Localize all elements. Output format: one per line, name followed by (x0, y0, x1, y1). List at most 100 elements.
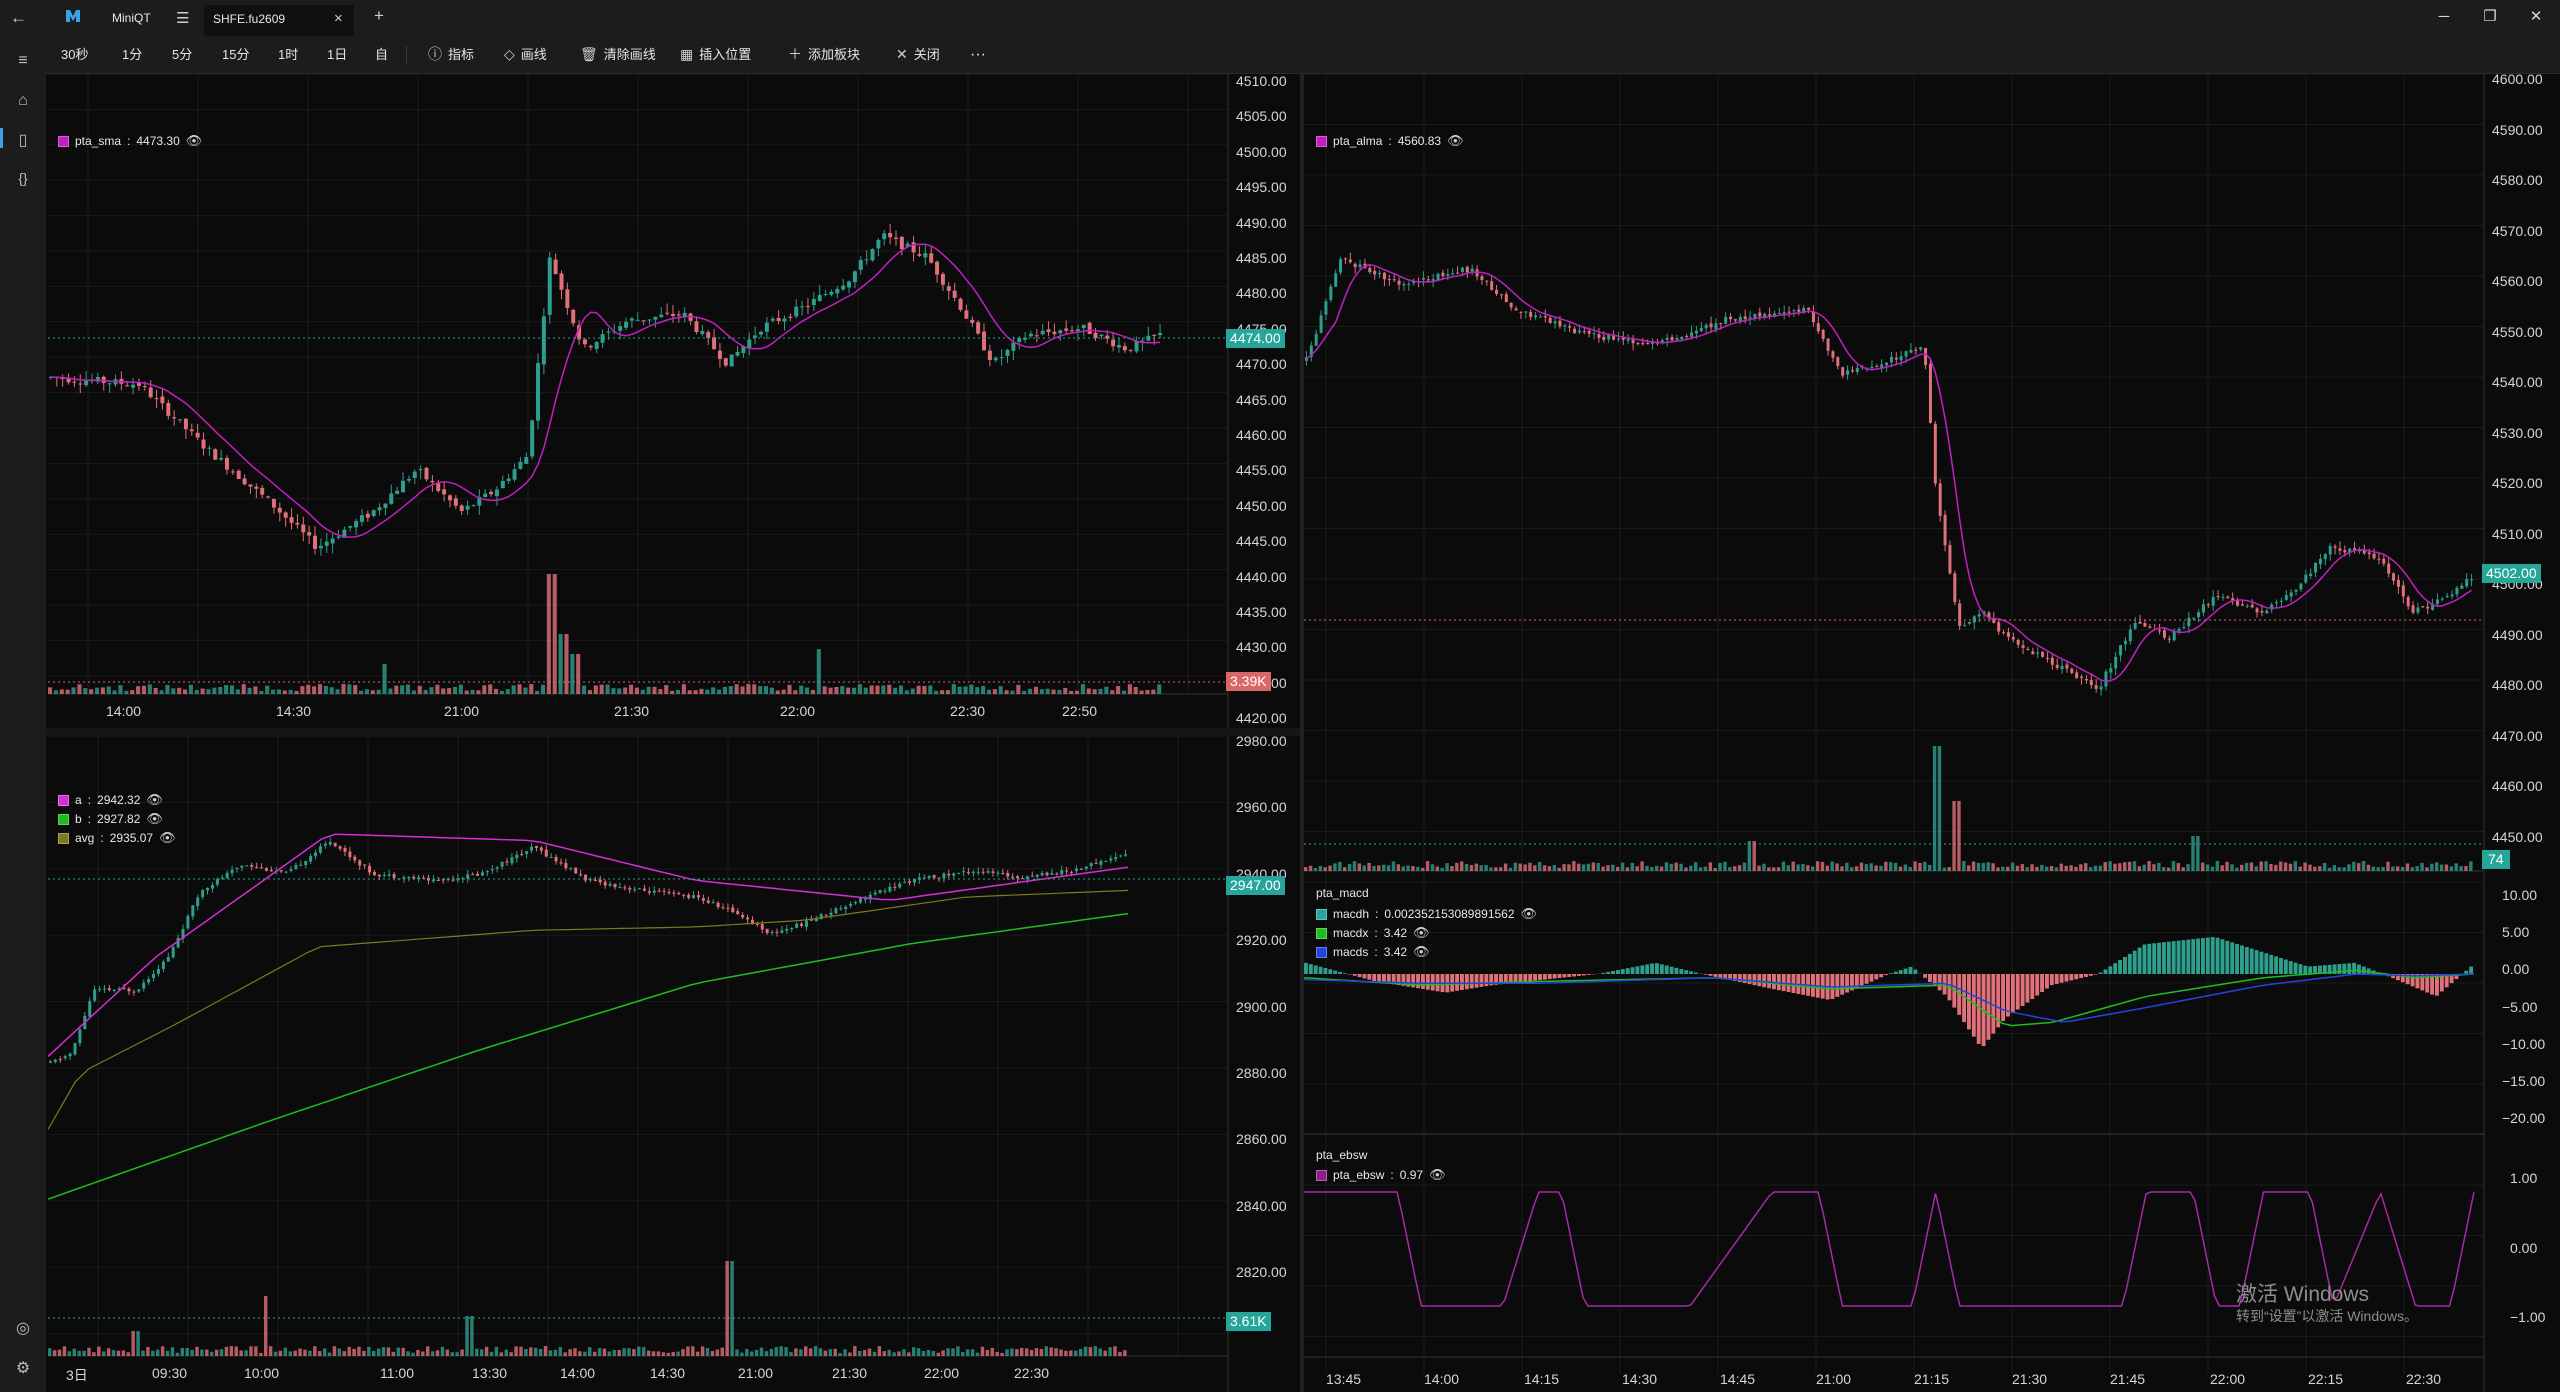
volume-bar (1010, 690, 1015, 694)
eye-icon[interactable]: 👁 (146, 792, 163, 808)
volume-bar (1645, 865, 1649, 871)
more-icon[interactable]: ··· (970, 36, 986, 73)
volume-bar (2327, 867, 2332, 871)
period-custom-button[interactable]: 自 (375, 36, 388, 73)
volume-bar (214, 1349, 219, 1356)
candlestick-chart-top-left[interactable] (48, 74, 1300, 728)
candle-body (1519, 311, 1523, 313)
period-5m-button[interactable]: 5分 (172, 36, 192, 73)
tab-shfe-fu2609[interactable]: SHFE.fu2609 × (204, 5, 354, 36)
candlestick-chart-bottom-left[interactable] (48, 736, 1300, 1392)
candle-body (406, 478, 411, 481)
candle-body (987, 350, 992, 360)
legend-value: 3.42 (1383, 926, 1408, 940)
candle-body (260, 487, 265, 495)
candle-body (603, 881, 607, 886)
volume-bar (1708, 862, 1713, 871)
volume-bar (794, 1348, 798, 1356)
add-block-button[interactable]: ＋添加板块 (788, 36, 860, 73)
period-1d-button[interactable]: 1日 (327, 36, 347, 73)
eye-icon[interactable]: 👁 (1429, 1167, 1446, 1183)
period-30s-button[interactable]: 30秒 (61, 36, 88, 73)
volume-bar (1484, 864, 1488, 871)
candle-body (230, 471, 235, 473)
volume-bar (611, 688, 616, 694)
volume-bar (916, 685, 921, 694)
candle-body (2045, 658, 2049, 660)
volume-bar (156, 1349, 160, 1356)
code-braces-icon[interactable]: {} (0, 170, 46, 186)
volume-bar (921, 1350, 926, 1356)
volume-bar (986, 689, 992, 694)
eye-icon[interactable]: 👁 (159, 830, 176, 846)
volume-bar (405, 684, 411, 694)
period-1h-button[interactable]: 1时 (278, 36, 298, 73)
insert-position-button[interactable]: ▦ 插入位置 (680, 36, 751, 73)
candle-body (1807, 307, 1811, 310)
volume-bar (352, 1348, 356, 1356)
volume-bar (1669, 863, 1674, 871)
clear-lines-button[interactable]: 🗑 清除画线 (580, 36, 656, 73)
eye-icon[interactable]: 👁 (146, 811, 163, 827)
eye-icon[interactable]: 👁 (186, 133, 203, 149)
candle-body (899, 236, 904, 250)
volume-bar (1854, 866, 1859, 871)
candle-body (1324, 301, 1328, 315)
candle-body (927, 875, 931, 878)
candle-body (412, 876, 416, 879)
document-icon[interactable]: ▯ (0, 130, 46, 150)
chart-pane-top-left[interactable]: pta_sma: 4473.30 👁 4510.00 4505.00 4500.00… (48, 74, 1300, 728)
back-arrow-icon[interactable]: ← (10, 8, 27, 28)
macd-histogram-bar (2157, 942, 2162, 974)
y-tick-label: 2860.00 (1236, 1131, 1287, 1148)
eye-icon[interactable]: 👁 (1413, 925, 1430, 941)
candlestick-chart-right[interactable] (1304, 74, 2560, 1392)
horizontal-splitter-left[interactable] (46, 728, 1300, 736)
volume-bar (1762, 863, 1766, 871)
candle-body (1563, 325, 1567, 327)
home-icon[interactable]: ⌂ (0, 92, 46, 110)
macd-histogram-bar (2162, 942, 2166, 974)
candle-body (2455, 587, 2459, 595)
macd-histogram-bar (1474, 974, 1479, 988)
close-button[interactable]: ✕ 关闭 (896, 36, 940, 73)
globe-icon[interactable]: ◎ (0, 1318, 46, 1338)
indicator-button[interactable]: ⓘ 指标 (428, 36, 474, 73)
period-15m-button[interactable]: 15分 (222, 36, 249, 73)
candle-body (670, 313, 675, 316)
legend-value: 2927.82 (97, 812, 141, 826)
candle-body (694, 321, 699, 333)
volume-bar (576, 654, 581, 694)
candle-body (618, 887, 622, 889)
candle-body (1485, 280, 1489, 282)
volume-bar (470, 1316, 474, 1356)
gear-icon[interactable]: ⚙ (0, 1358, 46, 1378)
macd-histogram-bar (2269, 954, 2274, 974)
eye-icon[interactable]: 👁 (1447, 133, 1464, 149)
tab-close-icon[interactable]: × (334, 10, 343, 27)
macd-histogram-bar (1928, 974, 1932, 983)
candle-body (1081, 324, 1086, 329)
volume-bar (470, 689, 475, 694)
draw-line-button[interactable]: ◇ 画线 (504, 36, 547, 73)
new-tab-icon[interactable]: + (374, 6, 384, 26)
candle-body (1904, 351, 1908, 357)
candle-body (2167, 638, 2171, 640)
tab-list-icon[interactable]: ☰ (176, 9, 189, 27)
chart-pane-right[interactable]: pta_alma: 4560.83 👁 pta_macd macdh: 0.00… (1304, 74, 2560, 1392)
menu-icon[interactable]: ≡ (0, 52, 46, 70)
candle-body (1348, 259, 1352, 263)
volume-bar (1411, 866, 1415, 871)
volume-bar (1932, 746, 1937, 871)
volume-bar (642, 1346, 646, 1356)
eye-icon[interactable]: 👁 (1521, 906, 1538, 922)
macd-histogram-bar (1835, 974, 1840, 997)
period-1m-button[interactable]: 1分 (122, 36, 142, 73)
eye-icon[interactable]: 👁 (1413, 944, 1430, 960)
minimize-icon[interactable]: ─ (2424, 0, 2464, 36)
maximize-icon[interactable]: ❐ (2470, 0, 2510, 36)
candle-body (731, 907, 735, 913)
chart-pane-bottom-left[interactable]: a: 2942.32 👁 b: 2927.82 👁 avg: 2935.07 👁… (48, 736, 1300, 1392)
candle-body (834, 908, 838, 914)
close-window-icon[interactable]: ✕ (2516, 0, 2556, 36)
